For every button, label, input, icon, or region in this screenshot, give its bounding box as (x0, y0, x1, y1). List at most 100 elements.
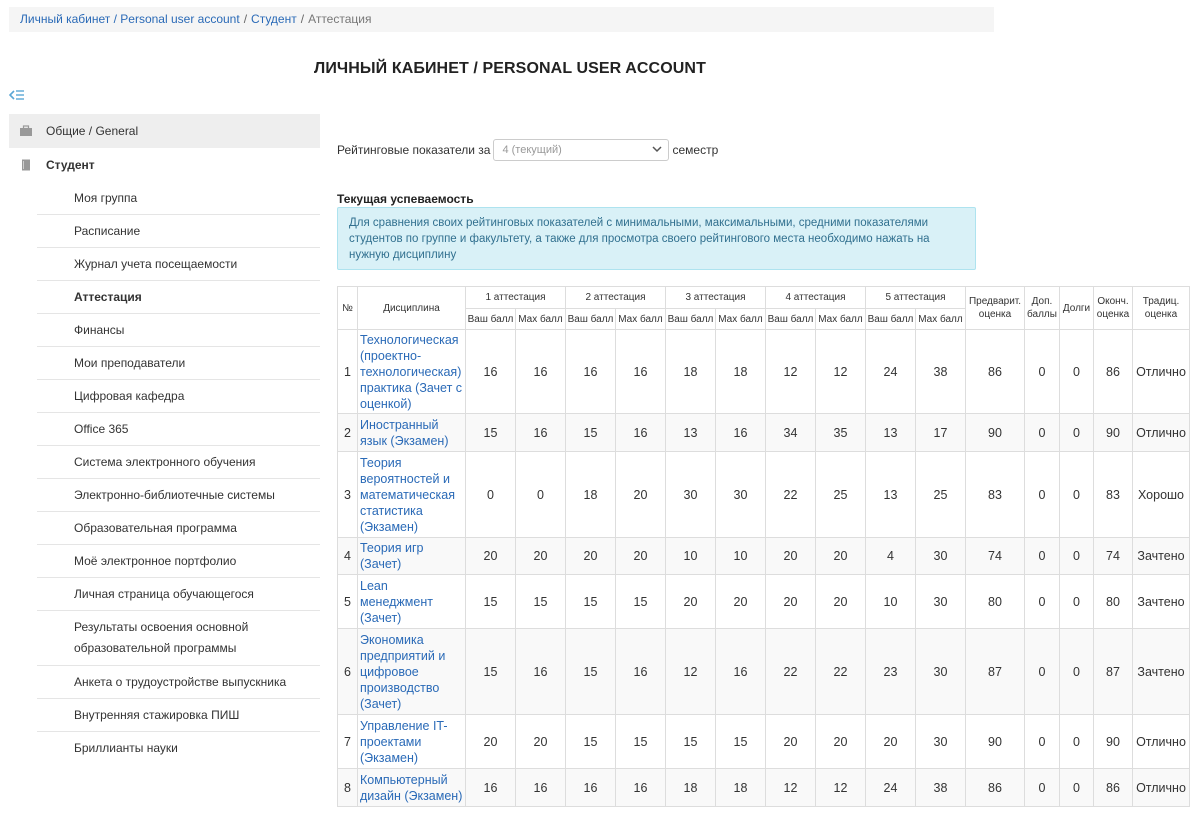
traditional-grade-cell: Отлично (1132, 768, 1190, 807)
table-row[interactable]: 6 Экономика предприятий и цифровое произв… (337, 628, 1190, 715)
semester-select[interactable]: 4 (текущий) (493, 139, 670, 161)
breadcrumb-link-student[interactable]: Студент (251, 12, 297, 26)
your-score-cell: 20 (665, 574, 716, 629)
table-row[interactable]: 5 Lean менеджмент (Зачет) 15 15 15 15 20 20 20 20… (337, 574, 1190, 629)
header-num: № (337, 286, 358, 330)
header-your-score: Ваш балл (565, 308, 616, 330)
discipline-link[interactable]: Компьютерный дизайн (Экзамен) (357, 768, 466, 807)
header-your-score: Ваш балл (665, 308, 716, 330)
sidebar-collapse-icon[interactable] (8, 88, 25, 102)
traditional-grade-cell: Отлично (1132, 714, 1190, 769)
your-score-cell: 15 (565, 413, 616, 452)
sidebar-item-office365[interactable]: Office 365 (37, 413, 320, 446)
discipline-link[interactable]: Управление IT-проектами (Экзамен) (357, 714, 466, 769)
your-score-cell: 20 (765, 574, 816, 629)
max-score-cell: 16 (715, 413, 766, 452)
sidebar-item-label: Общие / General (46, 124, 139, 138)
prelim-grade-cell: 80 (965, 574, 1025, 629)
max-score-cell: 12 (815, 329, 866, 414)
debts-cell: 0 (1059, 628, 1094, 715)
sidebar-item-library-systems[interactable]: Электронно-библиотечные системы (37, 479, 320, 512)
sidebar-item-portfolio[interactable]: Моё электронное портфолио (37, 545, 320, 578)
breadcrumb-separator: / (243, 12, 248, 26)
sidebar-item-elearning[interactable]: Система электронного обучения (37, 446, 320, 479)
final-grade-cell: 74 (1093, 537, 1133, 575)
max-score-cell: 20 (715, 574, 766, 629)
chevron-down-icon (652, 144, 662, 156)
max-score-cell: 15 (515, 574, 566, 629)
sidebar: Общие / General Студент Моя группа Распи… (9, 114, 320, 765)
semester-prefix: Рейтинговые показатели за (337, 143, 491, 157)
sidebar-item-attestation[interactable]: Аттестация (37, 281, 320, 314)
table-row[interactable]: 1 Технологическая (проектно-технологическ… (337, 329, 1190, 414)
table-row[interactable]: 4 Теория игр (Зачет) 20 20 20 20 10 10 20 20 4 30 74… (337, 537, 1190, 575)
max-score-cell: 15 (615, 714, 666, 769)
sidebar-item-internship[interactable]: Внутренняя стажировка ПИШ (37, 699, 320, 732)
max-score-cell: 30 (915, 574, 966, 629)
your-score-cell: 16 (565, 768, 616, 807)
header-prelim: Предварит. оценка (965, 286, 1025, 330)
prelim-grade-cell: 86 (965, 768, 1025, 807)
semester-select-value: 4 (текущий) (502, 144, 562, 156)
sidebar-item-student-page[interactable]: Личная страница обучающегося (37, 578, 320, 611)
book-icon (19, 159, 35, 171)
sidebar-item-edu-program[interactable]: Образовательная программа (37, 512, 320, 545)
sidebar-item-schedule[interactable]: Расписание (37, 215, 320, 248)
discipline-link[interactable]: Теория игр (Зачет) (357, 537, 466, 575)
your-score-cell: 20 (765, 537, 816, 575)
max-score-cell: 20 (515, 714, 566, 769)
table-row[interactable]: 8 Компьютерный дизайн (Экзамен) 16 16 16 16 18… (337, 768, 1190, 807)
max-score-cell: 16 (515, 413, 566, 452)
your-score-cell: 16 (465, 768, 516, 807)
sidebar-item-my-group[interactable]: Моя группа (37, 182, 320, 215)
breadcrumb-link-personal-account[interactable]: Личный кабинет / Personal user account (20, 12, 240, 26)
discipline-link[interactable]: Иностранный язык (Экзамен) (357, 413, 466, 452)
max-score-cell: 30 (915, 537, 966, 575)
extra-points-cell: 0 (1024, 574, 1060, 629)
your-score-cell: 24 (865, 768, 916, 807)
max-score-cell: 16 (715, 628, 766, 715)
sidebar-item-general[interactable]: Общие / General (9, 114, 320, 148)
max-score-cell: 35 (815, 413, 866, 452)
sidebar-item-program-results[interactable]: Результаты освоения основной образовател… (37, 611, 320, 666)
table-row[interactable]: 3 Теория вероятностей и математическая ст… (337, 451, 1190, 538)
final-grade-cell: 90 (1093, 714, 1133, 769)
discipline-link[interactable]: Технологическая (проектно-технологическа… (357, 329, 466, 414)
final-grade-cell: 87 (1093, 628, 1133, 715)
your-score-cell: 22 (765, 628, 816, 715)
your-score-cell: 15 (465, 574, 516, 629)
sidebar-item-science-diamonds[interactable]: Бриллианты науки (37, 732, 320, 765)
your-score-cell: 22 (765, 451, 816, 538)
max-score-cell: 16 (615, 329, 666, 414)
breadcrumb-current: Аттестация (308, 12, 372, 26)
sidebar-item-student[interactable]: Студент (9, 148, 320, 182)
discipline-link[interactable]: Теория вероятностей и математическая ста… (357, 451, 466, 538)
max-score-cell: 18 (715, 329, 766, 414)
traditional-grade-cell: Хорошо (1132, 451, 1190, 538)
discipline-link[interactable]: Lean менеджмент (Зачет) (357, 574, 466, 629)
header-attestation-1: 1 аттестация (465, 286, 566, 309)
sidebar-item-finance[interactable]: Финансы (37, 314, 320, 347)
traditional-grade-cell: Зачтено (1132, 574, 1190, 629)
sidebar-item-teachers[interactable]: Мои преподаватели (37, 347, 320, 380)
max-score-cell: 20 (815, 574, 866, 629)
discipline-link[interactable]: Экономика предприятий и цифровое произво… (357, 628, 466, 715)
table-row[interactable]: 7 Управление IT-проектами (Экзамен) 20 20 15… (337, 714, 1190, 769)
your-score-cell: 16 (565, 329, 616, 414)
max-score-cell: 30 (915, 628, 966, 715)
your-score-cell: 20 (465, 537, 516, 575)
your-score-cell: 20 (865, 714, 916, 769)
max-score-cell: 22 (815, 628, 866, 715)
max-score-cell: 38 (915, 329, 966, 414)
grades-table: № Дисциплина 1 аттестация 2 аттестация 3… (337, 286, 1190, 807)
sidebar-item-employment-survey[interactable]: Анкета о трудоустройстве выпускника (37, 666, 320, 699)
your-score-cell: 18 (665, 329, 716, 414)
your-score-cell: 12 (765, 768, 816, 807)
sidebar-item-digital-department[interactable]: Цифровая кафедра (37, 380, 320, 413)
header-your-score: Ваш балл (765, 308, 816, 330)
table-row[interactable]: 2 Иностранный язык (Экзамен) 15 16 15 16 13 16 3… (337, 413, 1190, 452)
sidebar-item-attendance[interactable]: Журнал учета посещаемости (37, 248, 320, 281)
your-score-cell: 15 (565, 574, 616, 629)
header-debts: Долги (1059, 286, 1094, 330)
extra-points-cell: 0 (1024, 537, 1060, 575)
